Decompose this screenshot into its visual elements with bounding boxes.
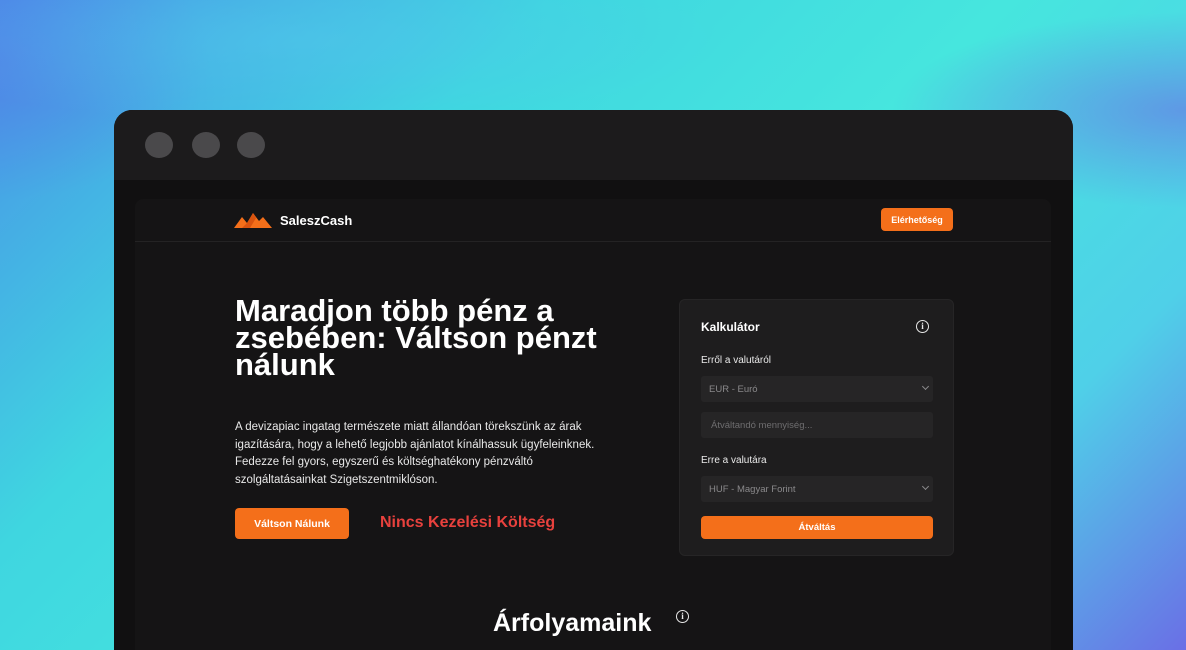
- to-currency-select[interactable]: HUF - Magyar Forint: [701, 476, 933, 502]
- info-icon[interactable]: i: [916, 320, 929, 333]
- top-navigation: SaleszCash Elérhetőség: [135, 199, 1051, 242]
- browser-viewport: SaleszCash Elérhetőség Maradjon több pén…: [114, 180, 1073, 650]
- to-currency-value: HUF - Magyar Forint: [709, 483, 796, 495]
- mountain-logo-icon: [234, 213, 272, 228]
- calculator-card: Kalkulátor i Erről a valutáról EUR - Eur…: [679, 299, 954, 556]
- window-titlebar: [114, 110, 1073, 180]
- chevron-down-icon: [921, 382, 930, 391]
- website: SaleszCash Elérhetőség Maradjon több pén…: [135, 199, 1051, 650]
- hero-title: Maradjon több pénz a zsebében: Váltson p…: [235, 293, 597, 382]
- from-currency-label: Erről a valutáról: [701, 355, 772, 366]
- to-currency-label: Erre a valutára: [701, 455, 767, 466]
- info-icon[interactable]: i: [676, 610, 689, 623]
- no-fee-highlight: Nincs Kezelési Költség: [380, 514, 556, 531]
- window-control-close[interactable]: [145, 132, 173, 158]
- chevron-down-icon: [921, 482, 930, 491]
- rates-section-title: Árfolyamaink: [493, 609, 652, 637]
- contact-button[interactable]: Elérhetőség: [881, 208, 953, 231]
- exchange-cta-button[interactable]: Váltson Nálunk: [235, 508, 349, 539]
- hero-description: A devizapiac ingatag természete miatt ál…: [235, 421, 595, 486]
- window-control-maximize[interactable]: [237, 132, 265, 158]
- brand-logo[interactable]: SaleszCash: [234, 208, 352, 232]
- window-control-minimize[interactable]: [192, 132, 220, 158]
- browser-window: SaleszCash Elérhetőség Maradjon több pén…: [114, 110, 1073, 650]
- brand-name: SaleszCash: [280, 212, 353, 228]
- from-currency-value: EUR - Euró: [709, 383, 758, 395]
- amount-placeholder: Átváltandó mennyiség...: [711, 419, 813, 431]
- calculator-title: Kalkulátor: [701, 320, 760, 334]
- amount-input[interactable]: Átváltandó mennyiség...: [701, 412, 933, 438]
- from-currency-select[interactable]: EUR - Euró: [701, 376, 933, 402]
- convert-button[interactable]: Átváltás: [701, 516, 933, 539]
